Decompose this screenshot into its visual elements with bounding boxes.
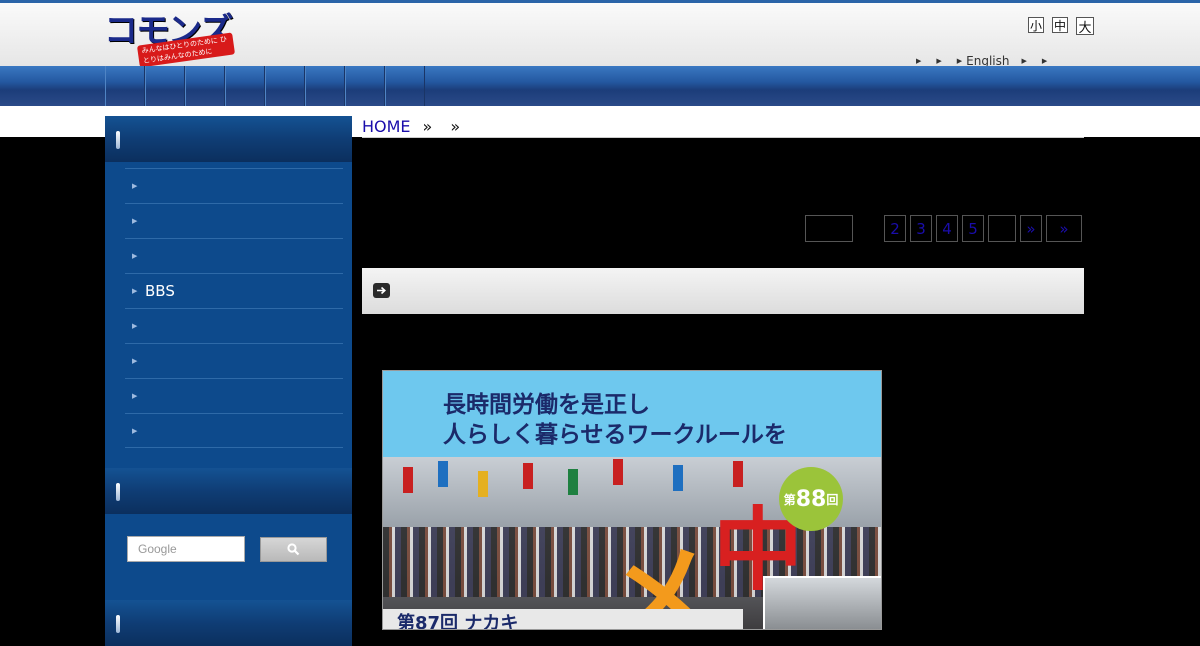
breadcrumb-separator: » bbox=[450, 116, 461, 136]
nav-item-8[interactable] bbox=[385, 66, 425, 106]
nav-item-5[interactable] bbox=[265, 66, 305, 106]
main-nav bbox=[0, 66, 1200, 106]
nav-item-4[interactable] bbox=[225, 66, 265, 106]
header-marker-icon bbox=[116, 131, 120, 149]
arrow-icon: ▶ bbox=[132, 217, 138, 225]
article-title-bar bbox=[362, 268, 1084, 314]
arrow-icon: ▶ bbox=[132, 252, 138, 260]
site-header: コモンズ みんなはひとりのために ひとりはみんなのために 小 中 大 ▶ ▶ ▶… bbox=[0, 0, 1200, 68]
site-search: Google bbox=[127, 536, 327, 562]
sidebar-item-8[interactable]: ▶ bbox=[125, 413, 343, 448]
arrow-icon: ▶ bbox=[132, 287, 138, 295]
poster-headline-band: 長時間労働を是正し 人らしく暮らせるワークルールを bbox=[383, 371, 881, 457]
header-marker-icon bbox=[116, 615, 120, 633]
arrow-icon: ▶ bbox=[132, 426, 138, 435]
page-link-2[interactable]: 2 bbox=[884, 215, 906, 242]
sidebar-item-2[interactable]: ▶ bbox=[125, 203, 343, 238]
utility-link-2[interactable]: ▶ bbox=[936, 57, 941, 65]
arrow-icon: ▶ bbox=[132, 182, 138, 190]
poster-headline-2: 人らしく暮らせるワークルールを bbox=[443, 422, 787, 448]
font-size-small-button[interactable]: 小 bbox=[1028, 17, 1044, 33]
search-button[interactable] bbox=[260, 537, 327, 562]
arrow-icon: ▶ bbox=[132, 357, 138, 365]
flag-shape bbox=[403, 467, 413, 493]
sidebar-item-bbs[interactable]: ▶ BBS bbox=[125, 273, 343, 308]
utility-link-5[interactable]: ▶ bbox=[1042, 57, 1047, 65]
font-size-medium-button[interactable]: 中 bbox=[1052, 17, 1068, 33]
nav-item-1[interactable] bbox=[105, 66, 145, 106]
page-next-link[interactable]: » bbox=[1020, 215, 1042, 242]
badge-suffix: 回 bbox=[826, 492, 839, 507]
header-marker-icon bbox=[116, 483, 120, 501]
font-size-large-button[interactable]: 大 bbox=[1076, 17, 1094, 36]
page-link-more[interactable] bbox=[988, 215, 1016, 242]
nav-item-6[interactable] bbox=[305, 66, 345, 106]
nav-item-2[interactable] bbox=[145, 66, 185, 106]
breadcrumb: HOME » » bbox=[362, 115, 1084, 138]
page-link-3[interactable]: 3 bbox=[910, 215, 932, 242]
page-current bbox=[805, 215, 853, 242]
article-image[interactable]: 長時間労働を是正し 人らしく暮らせるワークルールを メ 中 第 88 回 第87回 … bbox=[382, 370, 882, 630]
sidebar: ▶ ▶ ▶ ▶ BBS ▶ ▶ ▶ ▶ Google bbox=[105, 116, 352, 646]
arrow-icon: ▶ bbox=[132, 392, 138, 400]
breadcrumb-separator: » bbox=[422, 116, 433, 136]
font-size-controls: 小 中 大 bbox=[1028, 17, 1094, 36]
poster-badge: 第 88 回 bbox=[779, 467, 843, 531]
sidebar-menu: ▶ ▶ ▶ ▶ BBS ▶ ▶ ▶ ▶ bbox=[125, 168, 343, 448]
sidebar-item-1[interactable]: ▶ bbox=[125, 168, 343, 203]
page-link-4[interactable]: 4 bbox=[936, 215, 958, 242]
nav-item-7[interactable] bbox=[345, 66, 385, 106]
sidebar-search-header bbox=[105, 468, 352, 514]
page-link-5[interactable]: 5 bbox=[962, 215, 984, 242]
arrow-right-icon[interactable] bbox=[373, 283, 390, 298]
sidebar-item-7[interactable]: ▶ bbox=[125, 378, 343, 413]
sidebar-bottom-header bbox=[105, 600, 352, 646]
sidebar-item-6[interactable]: ▶ bbox=[125, 343, 343, 378]
utility-link-1[interactable]: ▶ bbox=[916, 57, 921, 65]
sidebar-item-label: BBS bbox=[145, 282, 175, 300]
sidebar-item-5[interactable]: ▶ bbox=[125, 308, 343, 343]
badge-number: 88 bbox=[795, 486, 827, 512]
search-input[interactable]: Google bbox=[127, 536, 245, 562]
breadcrumb-home-link[interactable]: HOME bbox=[362, 117, 411, 136]
flag-shape bbox=[478, 471, 488, 497]
poster-bottom-caption: 第87回 ナカキ bbox=[383, 609, 743, 629]
utility-link-3-icon: ▶ bbox=[956, 57, 963, 65]
sidebar-menu-header bbox=[105, 116, 352, 162]
utility-link-4[interactable]: ▶ bbox=[1022, 57, 1027, 65]
search-icon bbox=[287, 543, 300, 556]
site-logo[interactable]: コモンズ みんなはひとりのために ひとりはみんなのために bbox=[104, 13, 236, 68]
poster-inset-photo bbox=[763, 576, 881, 629]
flag-shape bbox=[613, 459, 623, 485]
nav-item-3[interactable] bbox=[185, 66, 225, 106]
page-last-link[interactable]: » bbox=[1046, 215, 1082, 242]
flag-shape bbox=[523, 463, 533, 489]
sidebar-item-3[interactable]: ▶ bbox=[125, 238, 343, 273]
badge-prefix: 第 bbox=[783, 492, 796, 507]
flag-shape bbox=[673, 465, 683, 491]
arrow-icon: ▶ bbox=[132, 322, 138, 330]
flag-shape bbox=[438, 461, 448, 487]
flag-shape bbox=[568, 469, 578, 495]
poster-headline-1: 長時間労働を是正し bbox=[443, 392, 650, 418]
